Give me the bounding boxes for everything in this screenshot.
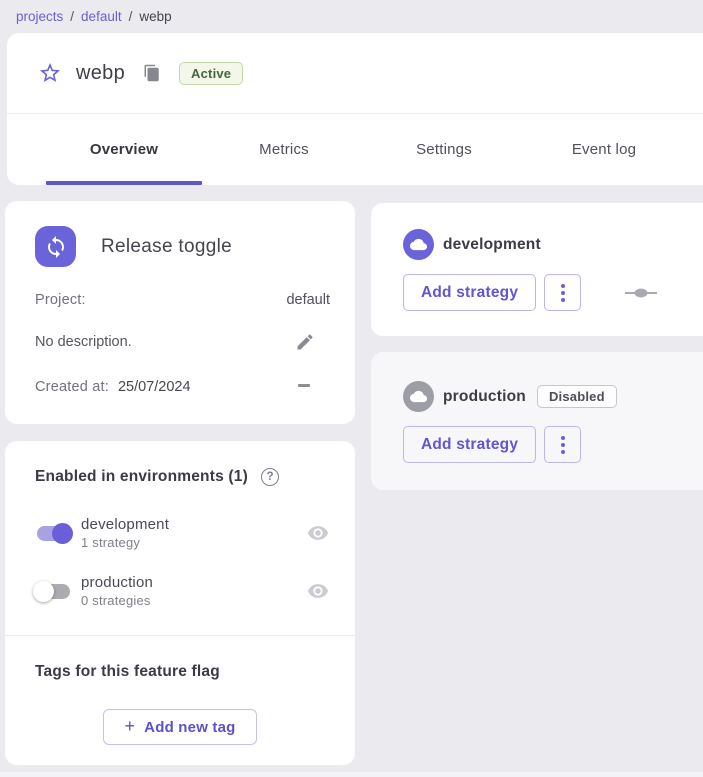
page-bottom-strip: [0, 772, 703, 777]
breadcrumb-default[interactable]: default: [81, 9, 122, 24]
development-panel-actions: Add strategy: [403, 274, 657, 311]
environment-row-development: development 1 strategy: [33, 511, 330, 555]
tab-metrics[interactable]: Metrics: [204, 114, 364, 185]
feature-title-row: webp Active: [7, 33, 703, 113]
add-strategy-button[interactable]: Add strategy: [403, 426, 536, 463]
kebab-icon: [561, 450, 565, 454]
last-seen-dash-icon: [298, 384, 310, 387]
environments-title-row: Enabled in environments (1) ?: [35, 468, 279, 486]
card-divider: [5, 635, 355, 636]
kebab-icon: [561, 298, 565, 302]
more-actions-button[interactable]: [544, 426, 581, 463]
kebab-icon: [561, 291, 565, 295]
breadcrumb-projects[interactable]: projects: [16, 9, 63, 24]
copy-name-button[interactable]: [142, 63, 162, 83]
kebab-icon: [561, 284, 565, 288]
environment-panel-name: production: [443, 388, 526, 406]
environment-cloud-badge: [403, 381, 434, 412]
loop-refresh-icon: [44, 235, 68, 259]
edit-description-button[interactable]: [294, 331, 316, 353]
breadcrumb-separator: /: [70, 9, 74, 24]
copy-icon: [143, 64, 161, 82]
feature-header-card: webp Active Overview Metrics Settings Ev…: [7, 33, 703, 185]
pencil-icon: [295, 332, 315, 352]
active-tab-underline: [46, 181, 202, 185]
status-badge: Active: [179, 62, 243, 85]
project-row: Project: default: [35, 292, 330, 308]
created-value: 25/07/2024: [118, 379, 191, 395]
kebab-icon: [561, 443, 565, 447]
environment-strategy-count: 1 strategy: [81, 535, 169, 550]
environment-row-production: production 0 strategies: [33, 569, 330, 613]
visibility-button[interactable]: [306, 521, 330, 545]
project-value: default: [286, 292, 330, 308]
plus-icon: +: [124, 716, 135, 737]
flag-type-header: Release toggle: [35, 226, 232, 267]
tags-title: Tags for this feature flag: [35, 663, 220, 681]
development-toggle[interactable]: [33, 522, 74, 544]
development-strategy-panel: development Add strategy: [371, 203, 703, 336]
tab-label: Metrics: [259, 141, 309, 158]
release-toggle-icon-box: [35, 226, 76, 267]
favorite-button[interactable]: [38, 61, 62, 85]
project-label: Project:: [35, 292, 86, 308]
description-row: No description.: [35, 331, 330, 353]
flag-details-card: Release toggle Project: default No descr…: [5, 201, 355, 424]
tab-settings[interactable]: Settings: [364, 114, 524, 185]
eye-icon: [307, 522, 329, 544]
eye-icon: [307, 580, 329, 602]
toggle-thumb: [52, 523, 73, 544]
environments-card: Enabled in environments (1) ? developmen…: [5, 441, 355, 765]
tab-label: Overview: [90, 141, 158, 158]
flag-type-title: Release toggle: [101, 236, 232, 258]
tab-event-log[interactable]: Event log: [524, 114, 684, 185]
environments-title: Enabled in environments (1): [35, 468, 248, 486]
disabled-badge: Disabled: [537, 385, 617, 408]
tab-label: Event log: [572, 141, 636, 158]
environment-cloud-badge: [403, 229, 434, 260]
created-row: Created at: 25/07/2024: [35, 379, 330, 395]
kebab-icon: [561, 436, 565, 440]
visibility-button[interactable]: [306, 579, 330, 603]
development-panel-header: development: [403, 229, 541, 260]
tab-label: Settings: [416, 141, 472, 158]
breadcrumb-separator: /: [129, 9, 133, 24]
tab-bar: Overview Metrics Settings Event log: [7, 114, 703, 185]
production-strategy-panel: production Disabled Add strategy: [371, 352, 703, 490]
star-outline-icon: [38, 61, 62, 85]
help-icon[interactable]: ?: [261, 468, 279, 486]
cloud-icon: [410, 236, 427, 253]
production-panel-header: production Disabled: [403, 381, 617, 412]
cloud-icon: [410, 388, 427, 405]
more-actions-button[interactable]: [544, 274, 581, 311]
environment-labels: development 1 strategy: [81, 516, 169, 550]
environment-labels: production 0 strategies: [81, 574, 153, 608]
environment-strategy-count: 0 strategies: [81, 593, 153, 608]
breadcrumb-current: webp: [139, 9, 171, 24]
page-title: webp: [76, 62, 125, 85]
tab-overview[interactable]: Overview: [44, 114, 204, 185]
toggle-thumb: [33, 581, 54, 602]
environment-panel-name: development: [443, 236, 541, 254]
add-new-tag-label: Add new tag: [144, 719, 235, 736]
never-seen-connection-icon: [625, 288, 657, 298]
production-panel-actions: Add strategy: [403, 426, 581, 463]
environment-name: production: [81, 574, 153, 591]
environment-name: development: [81, 516, 169, 533]
add-new-tag-button[interactable]: + Add new tag: [103, 709, 257, 745]
description-text: No description.: [35, 334, 132, 350]
production-toggle[interactable]: [33, 580, 74, 602]
created-group: Created at: 25/07/2024: [35, 379, 191, 395]
add-strategy-button[interactable]: Add strategy: [403, 274, 536, 311]
breadcrumb: projects / default / webp: [16, 0, 172, 33]
created-label: Created at:: [35, 379, 109, 395]
